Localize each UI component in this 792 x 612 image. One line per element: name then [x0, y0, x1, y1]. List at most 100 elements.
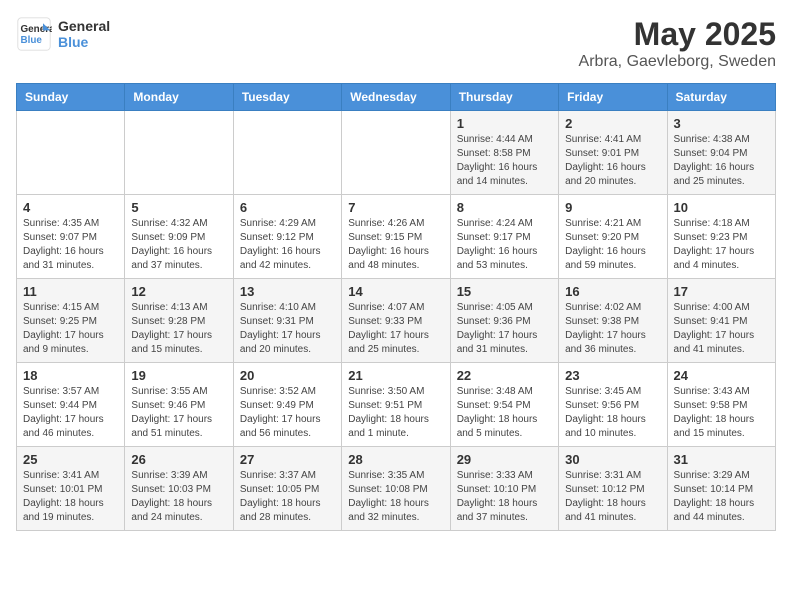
day-number: 29	[457, 452, 552, 467]
day-number: 16	[565, 284, 660, 299]
calendar-cell: 12 Sunrise: 4:13 AM Sunset: 9:28 PM Dayli…	[125, 279, 233, 363]
day-detail: Sunrise: 4:44 AM Sunset: 8:58 PM Dayligh…	[457, 133, 552, 189]
logo: General Blue General Blue	[16, 16, 110, 52]
day-detail: Sunrise: 4:00 AM Sunset: 9:41 PM Dayligh…	[674, 301, 769, 357]
day-number: 21	[348, 368, 443, 383]
day-detail: Sunrise: 4:13 AM Sunset: 9:28 PM Dayligh…	[131, 301, 226, 357]
day-number: 26	[131, 452, 226, 467]
day-detail: Sunrise: 4:32 AM Sunset: 9:09 PM Dayligh…	[131, 217, 226, 273]
calendar-cell: 27Sunrise: 3:37 AM Sunset: 10:05 PM Dayl…	[233, 447, 341, 531]
calendar-cell: 14 Sunrise: 4:07 AM Sunset: 9:33 PM Dayli…	[342, 279, 450, 363]
day-detail: Sunrise: 4:26 AM Sunset: 9:15 PM Dayligh…	[348, 217, 443, 273]
calendar-cell: 16Sunrise: 4:02 AM Sunset: 9:38 PM Dayli…	[559, 279, 667, 363]
calendar-cell: 19Sunrise: 3:55 AM Sunset: 9:46 PM Dayli…	[125, 363, 233, 447]
calendar-cell: 24 Sunrise: 3:43 AM Sunset: 9:58 PM Dayli…	[667, 363, 775, 447]
day-number: 2	[565, 116, 660, 131]
week-row-3: 11 Sunrise: 4:15 AM Sunset: 9:25 PM Dayli…	[17, 279, 776, 363]
day-number: 23	[565, 368, 660, 383]
day-detail: Sunrise: 4:24 AM Sunset: 9:17 PM Dayligh…	[457, 217, 552, 273]
calendar-cell: 1 Sunrise: 4:44 AM Sunset: 8:58 PM Daylig…	[450, 111, 558, 195]
day-number: 20	[240, 368, 335, 383]
calendar-cell	[125, 111, 233, 195]
calendar-cell: 23Sunrise: 3:45 AM Sunset: 9:56 PM Dayli…	[559, 363, 667, 447]
day-number: 11	[23, 284, 118, 299]
week-row-2: 4 Sunrise: 4:35 AM Sunset: 9:07 PM Daylig…	[17, 195, 776, 279]
weekday-header-tuesday: Tuesday	[233, 84, 341, 111]
weekday-header-sunday: Sunday	[17, 84, 125, 111]
day-number: 13	[240, 284, 335, 299]
day-detail: Sunrise: 4:07 AM Sunset: 9:33 PM Dayligh…	[348, 301, 443, 357]
day-detail: Sunrise: 4:10 AM Sunset: 9:31 PM Dayligh…	[240, 301, 335, 357]
calendar-cell: 30Sunrise: 3:31 AM Sunset: 10:12 PM Dayl…	[559, 447, 667, 531]
day-number: 15	[457, 284, 552, 299]
logo-text-blue: Blue	[58, 34, 110, 50]
day-number: 30	[565, 452, 660, 467]
calendar-cell: 21 Sunrise: 3:50 AM Sunset: 9:51 PM Dayli…	[342, 363, 450, 447]
calendar-cell	[17, 111, 125, 195]
day-detail: Sunrise: 3:48 AM Sunset: 9:54 PM Dayligh…	[457, 385, 552, 441]
day-number: 7	[348, 200, 443, 215]
calendar-title: May 2025	[579, 16, 776, 53]
calendar-cell: 29 Sunrise: 3:33 AM Sunset: 10:10 PM Dayl…	[450, 447, 558, 531]
week-row-5: 25 Sunrise: 3:41 AM Sunset: 10:01 PM Dayl…	[17, 447, 776, 531]
calendar-cell: 7 Sunrise: 4:26 AM Sunset: 9:15 PM Daylig…	[342, 195, 450, 279]
day-number: 3	[674, 116, 769, 131]
calendar-cell: 11 Sunrise: 4:15 AM Sunset: 9:25 PM Dayli…	[17, 279, 125, 363]
day-number: 12	[131, 284, 226, 299]
day-number: 28	[348, 452, 443, 467]
day-number: 24	[674, 368, 769, 383]
day-number: 1	[457, 116, 552, 131]
svg-text:Blue: Blue	[21, 35, 43, 46]
calendar-cell	[342, 111, 450, 195]
day-detail: Sunrise: 3:50 AM Sunset: 9:51 PM Dayligh…	[348, 385, 443, 441]
day-detail: Sunrise: 4:29 AM Sunset: 9:12 PM Dayligh…	[240, 217, 335, 273]
calendar-cell: 4 Sunrise: 4:35 AM Sunset: 9:07 PM Daylig…	[17, 195, 125, 279]
weekday-header-friday: Friday	[559, 84, 667, 111]
day-detail: Sunrise: 3:39 AM Sunset: 10:03 PM Daylig…	[131, 469, 226, 525]
day-detail: Sunrise: 3:35 AM Sunset: 10:08 PM Daylig…	[348, 469, 443, 525]
calendar-subtitle: Arbra, Gaevleborg, Sweden	[579, 53, 776, 71]
day-detail: Sunrise: 4:15 AM Sunset: 9:25 PM Dayligh…	[23, 301, 118, 357]
calendar-cell: 3 Sunrise: 4:38 AM Sunset: 9:04 PM Daylig…	[667, 111, 775, 195]
calendar-cell: 10Sunrise: 4:18 AM Sunset: 9:23 PM Dayli…	[667, 195, 775, 279]
day-number: 4	[23, 200, 118, 215]
page-header: General Blue General Blue May 2025 Arbra…	[16, 16, 776, 71]
day-detail: Sunrise: 4:35 AM Sunset: 9:07 PM Dayligh…	[23, 217, 118, 273]
calendar-cell	[233, 111, 341, 195]
day-number: 27	[240, 452, 335, 467]
weekday-header-thursday: Thursday	[450, 84, 558, 111]
calendar-cell: 31Sunrise: 3:29 AM Sunset: 10:14 PM Dayl…	[667, 447, 775, 531]
day-detail: Sunrise: 4:18 AM Sunset: 9:23 PM Dayligh…	[674, 217, 769, 273]
calendar-cell: 9Sunrise: 4:21 AM Sunset: 9:20 PM Daylig…	[559, 195, 667, 279]
weekday-header-saturday: Saturday	[667, 84, 775, 111]
calendar-cell: 18Sunrise: 3:57 AM Sunset: 9:44 PM Dayli…	[17, 363, 125, 447]
calendar-cell: 2 Sunrise: 4:41 AM Sunset: 9:01 PM Daylig…	[559, 111, 667, 195]
day-detail: Sunrise: 4:38 AM Sunset: 9:04 PM Dayligh…	[674, 133, 769, 189]
calendar-cell: 28 Sunrise: 3:35 AM Sunset: 10:08 PM Dayl…	[342, 447, 450, 531]
day-number: 18	[23, 368, 118, 383]
calendar-cell: 8Sunrise: 4:24 AM Sunset: 9:17 PM Daylig…	[450, 195, 558, 279]
calendar-cell: 20Sunrise: 3:52 AM Sunset: 9:49 PM Dayli…	[233, 363, 341, 447]
day-detail: Sunrise: 3:41 AM Sunset: 10:01 PM Daylig…	[23, 469, 118, 525]
week-row-4: 18Sunrise: 3:57 AM Sunset: 9:44 PM Dayli…	[17, 363, 776, 447]
day-detail: Sunrise: 4:05 AM Sunset: 9:36 PM Dayligh…	[457, 301, 552, 357]
day-number: 25	[23, 452, 118, 467]
logo-text-general: General	[58, 18, 110, 34]
day-detail: Sunrise: 3:43 AM Sunset: 9:58 PM Dayligh…	[674, 385, 769, 441]
calendar-cell: 13 Sunrise: 4:10 AM Sunset: 9:31 PM Dayli…	[233, 279, 341, 363]
weekday-header-monday: Monday	[125, 84, 233, 111]
calendar-cell: 15 Sunrise: 4:05 AM Sunset: 9:36 PM Dayli…	[450, 279, 558, 363]
day-detail: Sunrise: 4:41 AM Sunset: 9:01 PM Dayligh…	[565, 133, 660, 189]
day-number: 5	[131, 200, 226, 215]
day-number: 6	[240, 200, 335, 215]
day-number: 19	[131, 368, 226, 383]
calendar-cell: 26 Sunrise: 3:39 AM Sunset: 10:03 PM Dayl…	[125, 447, 233, 531]
day-detail: Sunrise: 3:33 AM Sunset: 10:10 PM Daylig…	[457, 469, 552, 525]
calendar-cell: 22Sunrise: 3:48 AM Sunset: 9:54 PM Dayli…	[450, 363, 558, 447]
day-number: 9	[565, 200, 660, 215]
day-number: 14	[348, 284, 443, 299]
day-number: 31	[674, 452, 769, 467]
weekday-header-wednesday: Wednesday	[342, 84, 450, 111]
title-block: May 2025 Arbra, Gaevleborg, Sweden	[579, 16, 776, 71]
calendar-cell: 5 Sunrise: 4:32 AM Sunset: 9:09 PM Daylig…	[125, 195, 233, 279]
